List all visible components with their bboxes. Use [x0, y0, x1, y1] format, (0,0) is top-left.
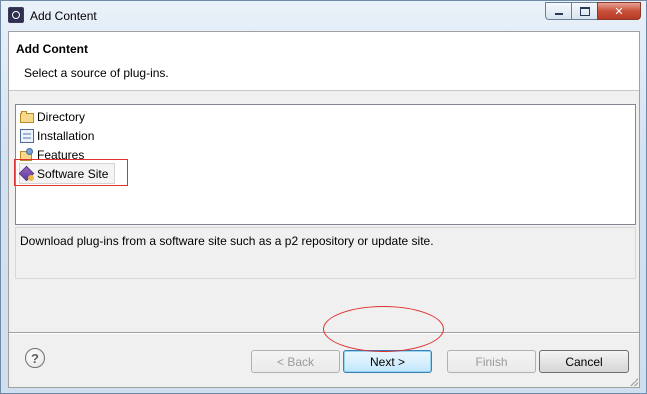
finish-button[interactable]: Finish — [447, 350, 536, 373]
minimize-button[interactable] — [545, 2, 571, 20]
software-site-icon — [20, 167, 34, 181]
next-button[interactable]: Next > — [343, 350, 432, 373]
page-description: Select a source of plug-ins. — [24, 66, 169, 80]
source-description-panel: Download plug-ins from a software site s… — [15, 227, 636, 279]
list-item-label: Features — [37, 147, 85, 162]
maximize-button[interactable] — [571, 2, 597, 20]
window-title: Add Content — [30, 9, 97, 23]
maximize-icon — [579, 6, 590, 16]
add-content-window: Add Content ✕ Add Content Select a sourc… — [0, 0, 647, 394]
page-title: Add Content — [16, 42, 88, 56]
title-bar: Add Content ✕ — [1, 1, 646, 31]
source-list[interactable]: Directory Installation Features Software… — [15, 104, 636, 225]
help-icon: ? — [31, 350, 39, 366]
list-item-label: Installation — [37, 128, 95, 143]
eclipse-app-icon — [8, 7, 24, 23]
features-icon — [20, 147, 34, 162]
list-item-installation[interactable]: Installation — [20, 126, 94, 145]
close-button[interactable]: ✕ — [597, 2, 641, 20]
installation-icon — [20, 128, 34, 143]
back-button[interactable]: < Back — [251, 350, 340, 373]
cancel-button[interactable]: Cancel — [539, 350, 629, 373]
folder-icon — [20, 110, 34, 124]
window-controls: ✕ — [545, 2, 641, 21]
close-icon: ✕ — [614, 4, 624, 18]
list-item-label: Software Site — [37, 166, 109, 181]
help-button[interactable]: ? — [25, 348, 45, 368]
resize-grip[interactable] — [628, 376, 638, 386]
dialog-client-area: Add Content Select a source of plug-ins.… — [8, 31, 640, 388]
list-item-directory[interactable]: Directory — [20, 107, 85, 126]
source-description-text: Download plug-ins from a software site s… — [20, 234, 434, 248]
button-bar-separator — [9, 332, 639, 334]
wizard-header: Add Content Select a source of plug-ins. — [9, 32, 639, 91]
list-item-features[interactable]: Features — [20, 145, 84, 164]
list-item-label: Directory — [37, 109, 86, 124]
minimize-icon — [554, 13, 563, 15]
list-item-software-site[interactable]: Software Site — [19, 163, 116, 184]
